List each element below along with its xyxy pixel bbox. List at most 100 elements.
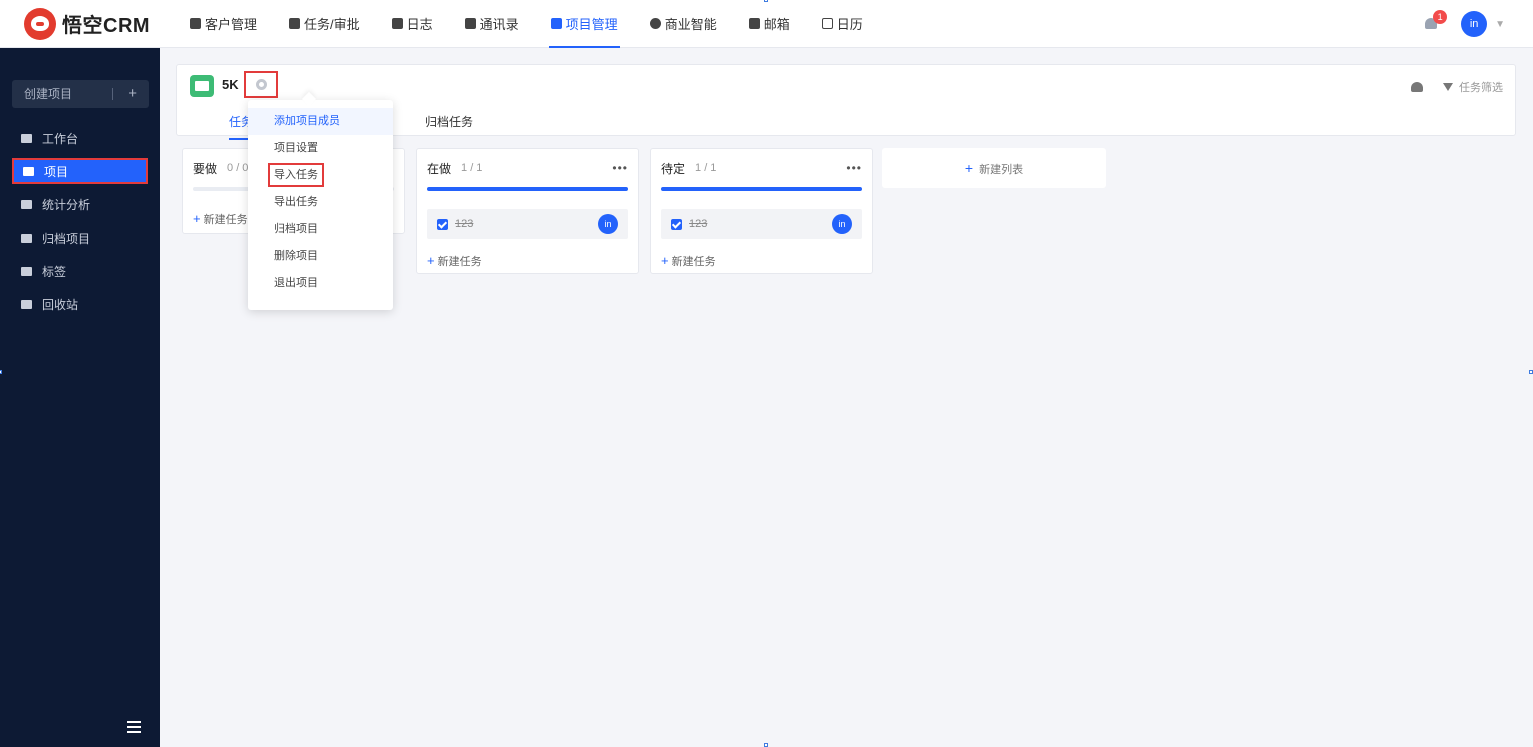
menu-item-label: 导入任务 xyxy=(268,163,324,187)
nav-item-customer[interactable]: 客户管理 xyxy=(174,0,273,48)
create-project-button[interactable]: 创建项目 + xyxy=(12,80,149,108)
chevron-down-icon[interactable]: ▼ xyxy=(1495,19,1505,30)
members-icon[interactable] xyxy=(1411,82,1423,92)
trash-icon xyxy=(21,299,32,309)
contacts-icon xyxy=(464,18,476,29)
nav-item-bi[interactable]: 商业智能 xyxy=(634,0,733,48)
column-count: 1 / 1 xyxy=(695,162,717,174)
sidebar-item-tags[interactable]: 标签 xyxy=(12,258,148,284)
archive-icon xyxy=(21,233,32,243)
menu-item-archive-project[interactable]: 归档项目 xyxy=(248,216,393,243)
column-progress-bar xyxy=(427,187,628,191)
menu-item-project-settings[interactable]: 项目设置 xyxy=(248,135,393,162)
menu-item-import-tasks[interactable]: 导入任务 xyxy=(248,162,393,189)
header-tools: 任务筛选 xyxy=(1411,79,1503,95)
sidebar-item-workbench[interactable]: 工作台 xyxy=(12,125,148,151)
column-progress-bar xyxy=(661,187,862,191)
nav-label: 日历 xyxy=(836,17,863,32)
app-logo[interactable]: 悟空CRM xyxy=(24,7,174,40)
menu-item-exit-project[interactable]: 退出项目 xyxy=(248,270,393,297)
task-column-doing: 在做 1 / 1 ••• 123 in + 新建任务 xyxy=(416,148,639,274)
sidebar-item-label: 统计分析 xyxy=(42,197,91,212)
nav-item-mail[interactable]: 邮箱 xyxy=(733,0,806,48)
column-title: 要做 xyxy=(193,161,218,176)
sidebar-item-statistics[interactable]: 统计分析 xyxy=(12,191,148,217)
task-title: 123 xyxy=(689,218,708,230)
task-column-pending: 待定 1 / 1 ••• 123 in + 新建任务 xyxy=(650,148,873,274)
menu-item-label: 删除项目 xyxy=(274,250,318,262)
task-filter-button[interactable]: 任务筛选 xyxy=(1459,79,1503,95)
menu-item-label: 项目设置 xyxy=(274,142,318,154)
bar-chart-icon xyxy=(21,199,32,209)
gear-icon xyxy=(255,79,267,90)
plus-icon: + xyxy=(193,211,201,226)
sidebar-item-label: 标签 xyxy=(42,264,67,279)
menu-item-label: 添加项目成员 xyxy=(274,115,340,127)
tab-archived-tasks[interactable]: 归档任务 xyxy=(425,113,473,130)
project-settings-button[interactable] xyxy=(244,71,278,98)
shield-icon xyxy=(649,18,661,29)
notification-badge: 1 xyxy=(1433,10,1448,24)
project-icon xyxy=(190,75,214,97)
notification-button[interactable]: 1 xyxy=(1423,10,1448,32)
sidebar: 创建项目 + 工作台 项目 统计分析 归档项目 标签 回收站 xyxy=(0,48,160,747)
create-project-label: 创建项目 xyxy=(24,87,73,101)
notebook-icon xyxy=(391,18,403,29)
column-title: 待定 xyxy=(661,161,686,176)
more-icon[interactable]: ••• xyxy=(846,161,862,175)
sidebar-item-label: 工作台 xyxy=(42,131,79,146)
briefcase-icon xyxy=(289,18,301,29)
menu-item-delete-project[interactable]: 删除项目 xyxy=(248,243,393,270)
task-card[interactable]: 123 in xyxy=(427,209,628,239)
nav-item-calendar[interactable]: 日历 xyxy=(806,0,879,48)
monitor-icon xyxy=(21,133,32,143)
sidebar-item-project[interactable]: 项目 xyxy=(12,158,148,184)
sidebar-item-recycle-bin[interactable]: 回收站 xyxy=(12,291,148,317)
menu-item-export-tasks[interactable]: 导出任务 xyxy=(248,189,393,216)
sidebar-item-label: 归档项目 xyxy=(42,231,91,246)
resize-handle xyxy=(764,0,768,2)
sidebar-item-label: 项目 xyxy=(44,164,69,179)
project-icon xyxy=(550,18,562,29)
collapse-sidebar-icon[interactable] xyxy=(127,721,145,733)
project-icon xyxy=(23,166,34,176)
logo-text: 悟空CRM xyxy=(62,15,151,37)
task-card[interactable]: 123 in xyxy=(661,209,862,239)
main-nav: 客户管理 任务/审批 日志 通讯录 项目管理 商业智能 邮箱 日历 xyxy=(174,0,879,48)
nav-label: 日志 xyxy=(406,17,433,32)
new-task-button[interactable]: + 新建任务 xyxy=(651,239,872,279)
menu-item-add-member[interactable]: 添加项目成员 xyxy=(248,108,393,135)
nav-item-project[interactable]: 项目管理 xyxy=(535,0,634,48)
plus-icon: + xyxy=(427,253,435,268)
column-title: 在做 xyxy=(427,161,452,176)
more-icon[interactable]: ••• xyxy=(612,161,628,175)
project-name: 5K xyxy=(222,77,239,92)
column-count: 0 / 0 xyxy=(227,162,249,174)
resize-handle xyxy=(1529,370,1533,374)
checkbox-checked-icon[interactable] xyxy=(437,218,448,230)
nav-label: 任务/审批 xyxy=(304,17,360,32)
nav-label: 客户管理 xyxy=(205,17,258,32)
nav-label: 邮箱 xyxy=(763,17,790,32)
project-settings-dropdown: 添加项目成员 项目设置 导入任务 导出任务 归档项目 删除项目 退出项目 xyxy=(248,100,393,310)
new-task-button[interactable]: + 新建任务 xyxy=(417,239,638,279)
divider xyxy=(112,88,113,100)
monkey-logo-icon xyxy=(24,7,56,40)
menu-item-label: 退出项目 xyxy=(274,277,318,289)
nav-item-task-approval[interactable]: 任务/审批 xyxy=(273,0,376,48)
resize-handle xyxy=(0,370,2,374)
column-header: 待定 1 / 1 ••• xyxy=(651,149,872,187)
checkbox-checked-icon[interactable] xyxy=(671,218,682,230)
nav-label: 项目管理 xyxy=(565,17,618,32)
sidebar-item-archived-projects[interactable]: 归档项目 xyxy=(12,225,148,251)
new-list-button[interactable]: + 新建列表 xyxy=(882,148,1106,188)
top-navbar: 悟空CRM 客户管理 任务/审批 日志 通讯录 项目管理 商业智能 邮箱 日历 … xyxy=(0,0,1533,48)
nav-item-log[interactable]: 日志 xyxy=(376,0,449,48)
nav-item-contacts[interactable]: 通讯录 xyxy=(449,0,535,48)
top-right-tools: 1 in ▼ xyxy=(1423,0,1505,48)
resize-handle xyxy=(764,743,768,747)
tag-icon xyxy=(21,266,32,276)
plus-icon[interactable]: + xyxy=(128,80,137,108)
user-avatar[interactable]: in xyxy=(1461,11,1488,37)
assignee-avatar: in xyxy=(598,214,618,234)
